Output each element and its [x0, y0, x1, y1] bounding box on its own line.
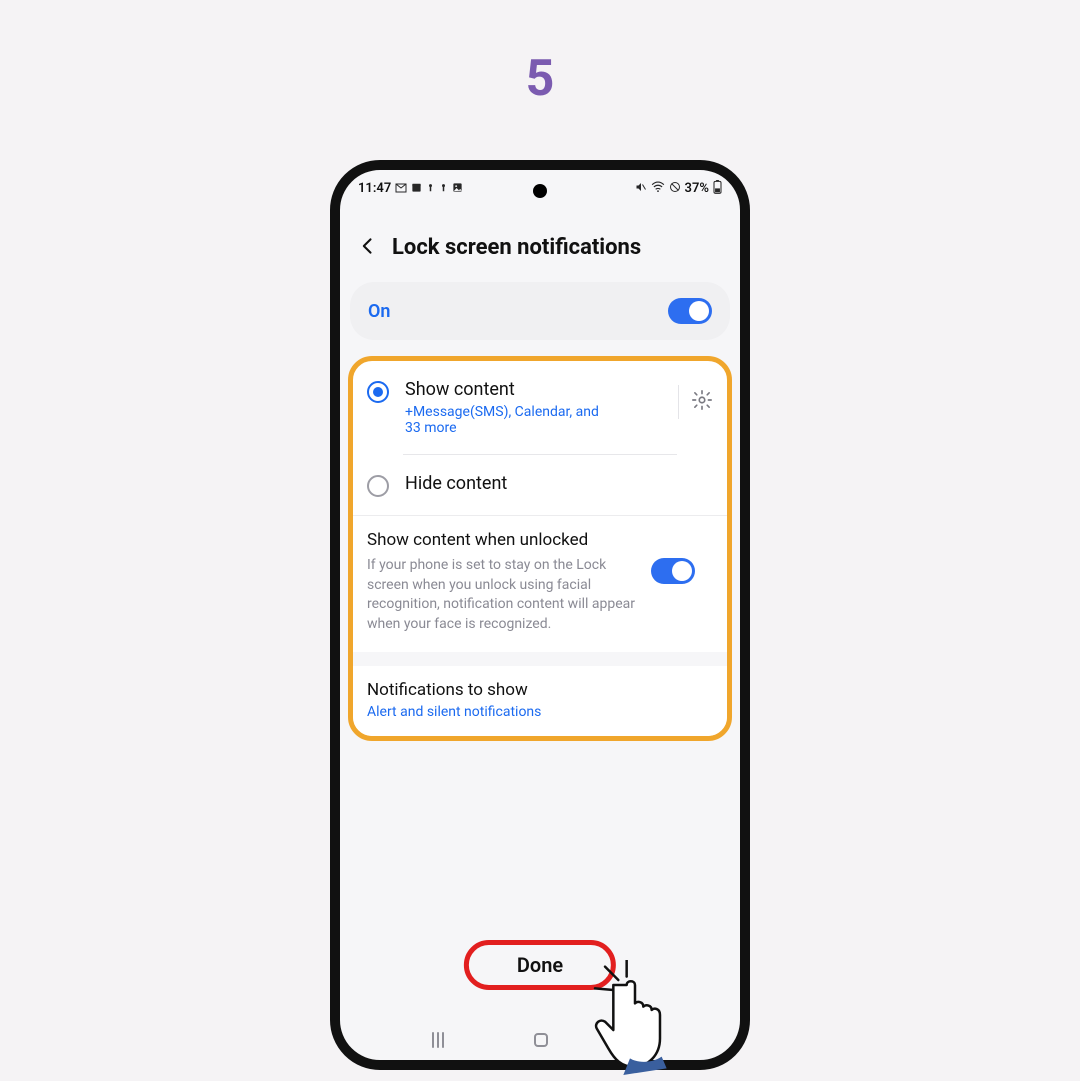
key-icon	[426, 182, 435, 196]
gear-icon[interactable]	[691, 389, 713, 415]
home-icon[interactable]	[534, 1033, 548, 1047]
master-toggle-label: On	[368, 301, 390, 322]
option-show-content-title: Show content	[405, 379, 662, 400]
unlocked-toggle-switch[interactable]	[651, 558, 695, 584]
notifications-to-show-row[interactable]: Notifications to show Alert and silent n…	[353, 666, 727, 736]
page-title: Lock screen notifications	[392, 235, 641, 260]
option-show-content-subtitle: +Message(SMS), Calendar, and 33 more	[405, 404, 615, 436]
unlocked-title: Show content when unlocked	[367, 530, 637, 550]
option-show-content[interactable]: Show content +Message(SMS), Calendar, an…	[353, 361, 727, 454]
divider-vertical	[678, 385, 679, 419]
radio-show-content[interactable]	[367, 381, 389, 403]
android-nav-bar	[340, 1030, 740, 1050]
master-toggle-switch[interactable]	[668, 298, 712, 324]
done-button[interactable]: Done	[517, 953, 563, 977]
back-icon[interactable]	[358, 236, 378, 260]
radio-hide-content[interactable]	[367, 475, 389, 497]
battery-percentage: 37%	[685, 181, 709, 196]
recents-icon[interactable]	[432, 1032, 450, 1048]
back-nav-icon[interactable]	[632, 1030, 648, 1050]
section-gap	[353, 652, 727, 666]
phone-frame: 11:47	[330, 160, 750, 1070]
camera-cutout	[533, 184, 547, 198]
option-hide-content[interactable]: Hide content	[353, 455, 727, 515]
highlighted-options-group: Show content +Message(SMS), Calendar, an…	[348, 356, 732, 741]
unlocked-description: If your phone is set to stay on the Lock…	[367, 556, 637, 634]
key-icon	[439, 182, 448, 196]
calendar-icon	[411, 182, 422, 196]
gmail-icon	[395, 182, 407, 196]
master-toggle-row[interactable]: On	[350, 282, 730, 340]
step-number: 5	[526, 50, 555, 108]
notifications-to-show-value: Alert and silent notifications	[367, 704, 713, 720]
status-time: 11:47	[358, 181, 391, 196]
notifications-to-show-title: Notifications to show	[367, 680, 713, 700]
no-data-icon	[669, 181, 681, 196]
mute-icon	[635, 181, 647, 196]
done-button-highlight: Done	[464, 940, 616, 990]
show-content-when-unlocked-row[interactable]: Show content when unlocked If your phone…	[353, 515, 727, 652]
page-header: Lock screen notifications	[340, 201, 740, 282]
battery-icon	[713, 180, 722, 197]
image-icon	[452, 182, 463, 196]
option-hide-content-title: Hide content	[405, 473, 713, 494]
wifi-icon	[651, 181, 665, 196]
